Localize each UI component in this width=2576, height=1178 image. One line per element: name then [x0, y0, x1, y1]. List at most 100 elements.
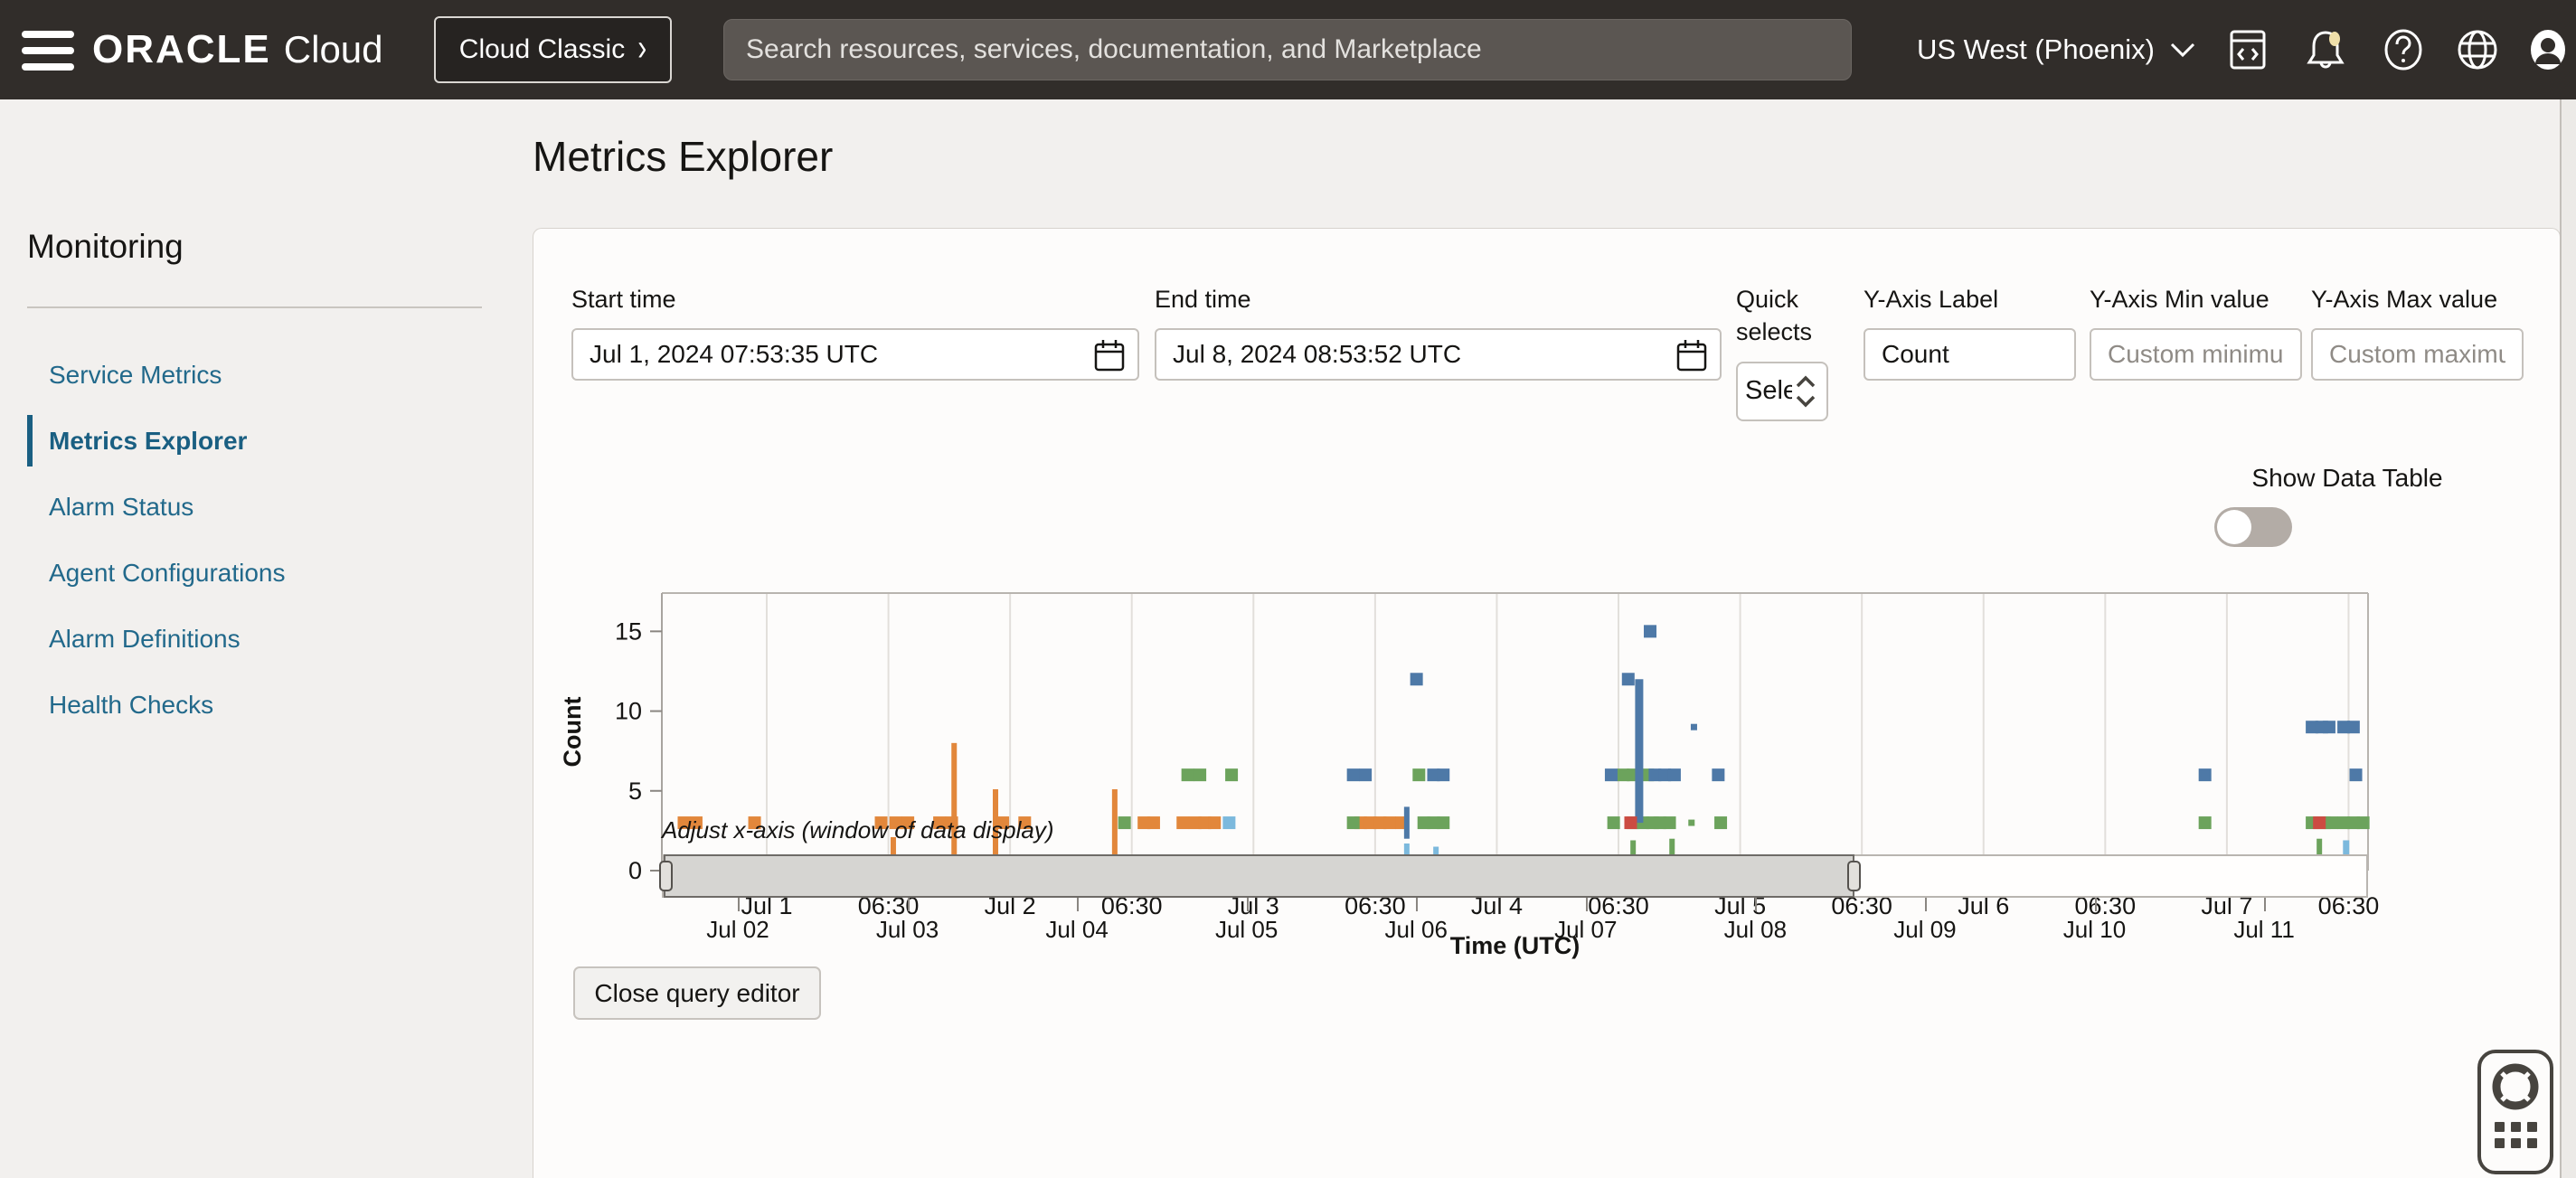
sidebar-item-metrics-explorer[interactable]: Metrics Explorer — [49, 408, 483, 474]
slider-tick-label: Jul 11 — [2233, 916, 2294, 944]
notification-badge — [2329, 32, 2340, 46]
slider-tick — [1755, 898, 1757, 911]
end-time-label: End time — [1155, 283, 1722, 316]
x-axis-slider-track[interactable] — [662, 854, 2368, 898]
sidebar-item-label: Service Metrics — [49, 361, 222, 390]
app-root: ORACLE Cloud Cloud Classic › US West (Ph… — [0, 0, 2576, 1178]
slider-handle-right[interactable] — [1847, 861, 1861, 891]
y-axis-label-input[interactable] — [1864, 328, 2076, 381]
slider-label: Adjust x-axis (window of data display) — [662, 816, 1054, 844]
slider-tick — [738, 898, 740, 911]
sidebar-nav: Service Metrics Metrics Explorer Alarm Sta… — [49, 342, 483, 738]
chevron-right-icon: › — [637, 27, 646, 71]
svg-text:15: 15 — [615, 617, 642, 645]
support-lifering-icon[interactable] — [2491, 1062, 2540, 1111]
sidebar-title: Monitoring — [27, 228, 184, 266]
slider-tick-label: Jul 06 — [1385, 916, 1448, 944]
region-selector[interactable]: US West (Phoenix) — [1917, 0, 2196, 99]
region-label: US West (Phoenix) — [1917, 33, 2155, 66]
slider-tick — [1586, 898, 1588, 911]
sidebar-item-label: Alarm Definitions — [49, 625, 241, 654]
sidebar-item-alarm-definitions[interactable]: Alarm Definitions — [49, 606, 483, 672]
console-icon[interactable] — [2224, 26, 2271, 73]
show-data-table-toggle[interactable] — [2214, 507, 2292, 547]
toggle-knob — [2217, 510, 2251, 544]
slider-ticks: Jul 02 Jul 03 Jul 04 Jul 05 Jul 06 Jul 07 Jul … — [662, 898, 2368, 956]
start-time-input[interactable] — [571, 328, 1139, 381]
sidebar-item-label: Metrics Explorer — [49, 427, 247, 456]
sidebar-item-service-metrics[interactable]: Service Metrics — [49, 342, 483, 408]
y-axis-max-field: Y-Axis Max value — [2311, 283, 2524, 381]
end-time-input[interactable] — [1155, 328, 1722, 381]
svg-text:Count: Count — [559, 697, 586, 768]
svg-text:0: 0 — [628, 857, 642, 884]
spinner-arrows-icon — [1794, 373, 1817, 410]
slider-tick — [2095, 898, 2097, 911]
x-axis-slider-window[interactable] — [664, 854, 1854, 898]
global-search[interactable] — [723, 19, 1852, 80]
cloud-classic-label: Cloud Classic — [459, 34, 625, 65]
slider-tick — [908, 898, 910, 911]
brand-cloud: Cloud — [284, 28, 383, 71]
y-axis-min-label: Y-Axis Min value — [2090, 283, 2302, 316]
close-query-editor-button[interactable]: Close query editor — [573, 966, 821, 1020]
sidebar: Monitoring Service Metrics Metrics Explor… — [0, 99, 509, 1178]
end-time-field: End time — [1155, 283, 1722, 381]
slider-tick-label: Jul 07 — [1554, 916, 1617, 944]
svg-text:5: 5 — [628, 777, 642, 805]
scrollbar-gutter[interactable] — [2560, 99, 2576, 1178]
start-time-field: Start time — [571, 283, 1139, 381]
slider-tick-label: Jul 05 — [1215, 916, 1278, 944]
quick-selects-dropdown[interactable]: Select — [1736, 362, 1828, 421]
slider-tick-label: Jul 09 — [1893, 916, 1956, 944]
slider-tick — [1416, 898, 1418, 911]
sidebar-divider — [27, 306, 482, 308]
query-editor-card: Start time End time — [533, 228, 2561, 1178]
slider-tick — [1077, 898, 1079, 911]
slider-tick-label: Jul 08 — [1724, 916, 1787, 944]
avatar-icon[interactable] — [2524, 26, 2571, 73]
globe-icon[interactable] — [2454, 26, 2501, 73]
slider-handle-left[interactable] — [659, 861, 673, 891]
chevron-down-icon — [2169, 41, 2196, 59]
sidebar-item-alarm-status[interactable]: Alarm Status — [49, 474, 483, 540]
help-icon[interactable] — [2380, 26, 2427, 73]
y-axis-min-field: Y-Axis Min value — [2090, 283, 2302, 381]
quick-selects-label: Quick selects — [1736, 283, 1835, 349]
y-axis-max-label: Y-Axis Max value — [2311, 283, 2524, 316]
slider-tick — [2264, 898, 2266, 911]
show-data-table-label: Show Data Table — [2198, 464, 2496, 493]
svg-text:10: 10 — [615, 698, 642, 725]
y-axis-label-field: Y-Axis Label — [1864, 283, 2076, 381]
active-indicator-bar — [27, 415, 33, 466]
topbar: ORACLE Cloud Cloud Classic › US West (Ph… — [0, 0, 2576, 99]
sidebar-item-label: Agent Configurations — [49, 559, 286, 588]
slider-tick — [1247, 898, 1249, 911]
slider-tick-label: Jul 04 — [1045, 916, 1108, 944]
y-axis-label-label: Y-Axis Label — [1864, 283, 2076, 316]
app-grid-icon[interactable] — [2495, 1122, 2537, 1148]
slider-tick-label: Jul 02 — [706, 916, 769, 944]
floating-widget — [2477, 1050, 2553, 1174]
sidebar-item-health-checks[interactable]: Health Checks — [49, 672, 483, 738]
search-input[interactable] — [746, 34, 1829, 65]
slider-tick — [1925, 898, 1927, 911]
quick-selects-value: Select — [1745, 376, 1792, 406]
sidebar-item-agent-configurations[interactable]: Agent Configurations — [49, 540, 483, 606]
hamburger-menu-icon[interactable] — [22, 31, 74, 71]
quick-selects-field: Quick selects Select — [1736, 283, 1845, 421]
start-time-label: Start time — [571, 283, 1139, 316]
y-axis-max-input[interactable] — [2311, 328, 2524, 381]
calendar-icon[interactable] — [1676, 339, 1707, 372]
calendar-icon[interactable] — [1094, 339, 1125, 372]
brand-logo[interactable]: ORACLE Cloud — [92, 0, 383, 99]
cloud-classic-button[interactable]: Cloud Classic › — [434, 16, 672, 83]
notifications-bell-icon[interactable] — [2302, 26, 2349, 73]
brand-oracle: ORACLE — [92, 27, 271, 72]
y-axis-min-input[interactable] — [2090, 328, 2302, 381]
slider-tick-label: Jul 03 — [876, 916, 939, 944]
page-title: Metrics Explorer — [533, 132, 833, 181]
sidebar-item-label: Alarm Status — [49, 493, 193, 522]
sidebar-item-label: Health Checks — [49, 691, 213, 720]
show-data-table: Show Data Table — [2198, 464, 2496, 547]
